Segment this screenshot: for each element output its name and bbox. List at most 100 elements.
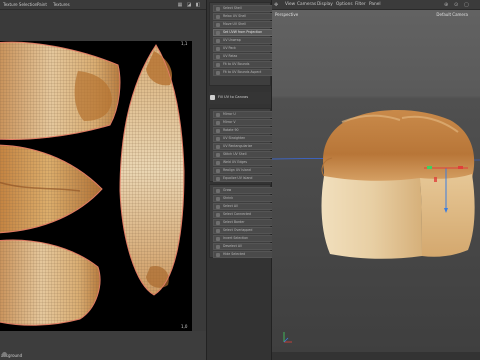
- tool-button-selection-4[interactable]: Select Border: [213, 219, 273, 226]
- tool-icon: [216, 55, 220, 59]
- tool-label: Mirror V: [223, 120, 236, 124]
- tool-label: Realign UV Island: [223, 168, 251, 172]
- tool-button-selection-3[interactable]: Select Connected: [213, 211, 273, 218]
- grid-icon[interactable]: ▦: [177, 2, 183, 8]
- tool-icon: [216, 205, 220, 209]
- vp-menu-panel[interactable]: Panel: [369, 2, 381, 7]
- vp-menu-filter[interactable]: Filter: [355, 2, 366, 7]
- vp-menu-view[interactable]: View: [285, 2, 295, 7]
- tool-button-selection-0[interactable]: Grow: [213, 187, 273, 194]
- uv-shells-svg: [0, 41, 185, 326]
- tool-icon: [216, 129, 220, 133]
- tool-label: Invert Selection: [223, 236, 249, 240]
- tool-button-shells-8[interactable]: Fit to UV Bounds Aspect: [213, 69, 273, 76]
- tool-button-shells-7[interactable]: Fit to UV Bounds: [213, 61, 273, 68]
- status-dot-icon: [2, 352, 7, 357]
- tool-icon: [216, 237, 220, 241]
- tool-button-transform-3[interactable]: UV Straighten: [213, 135, 273, 142]
- settings-icon[interactable]: ◧: [195, 2, 201, 8]
- tool-icon: [216, 71, 220, 75]
- tool-icon: [216, 153, 220, 157]
- fill-uv-to-canvas-label[interactable]: Fill UV to Canvas: [218, 95, 248, 99]
- uv-editor-panel: Texture Selection Paint Textures ▦ ◪ ◧ 1…: [0, 0, 206, 360]
- tool-label: UV Rectangularize: [223, 144, 253, 148]
- tool-label: Fit to UV Bounds Aspect: [223, 70, 262, 74]
- vp-menu-cameras[interactable]: Cameras: [297, 2, 316, 7]
- app-window: Texture Selection Paint Textures ▦ ◪ ◧ 1…: [0, 0, 480, 360]
- tool-button-transform-6[interactable]: Weld UV Edges: [213, 159, 273, 166]
- tool-button-transform-7[interactable]: Realign UV Island: [213, 167, 273, 174]
- camera-icon[interactable]: ⊕: [444, 2, 448, 8]
- viewport-menubar: ✥ View Cameras Display Options Filter Pa…: [272, 0, 480, 10]
- tool-label: Select Connected: [223, 212, 252, 216]
- tool-icon: [216, 145, 220, 149]
- tool-button-selection-5[interactable]: Select Overlapped: [213, 227, 273, 234]
- tool-icon: [216, 113, 220, 117]
- tool-button-transform-8[interactable]: Equalize UV Island: [213, 175, 273, 182]
- bread-loaf-mesh[interactable]: [321, 109, 475, 259]
- lock-icon[interactable]: ◪: [186, 2, 192, 8]
- perspective-viewport[interactable]: Perspective Default Camera: [272, 10, 480, 352]
- uv-tool-panel: Select Shell Relax UV Shell Move UV Shell S…: [206, 0, 273, 360]
- gizmo-x-handle[interactable]: [458, 166, 463, 169]
- tool-icon: [216, 121, 220, 125]
- uv-menu-paint[interactable]: Paint: [37, 2, 47, 7]
- tool-button-shells-6[interactable]: UV Relax: [213, 53, 273, 60]
- tool-button-selection-2[interactable]: Select All: [213, 203, 273, 210]
- uv-menubar: Texture Selection Paint Textures ▦ ◪ ◧: [0, 0, 206, 10]
- tool-button-shells-0[interactable]: Select Shell: [213, 5, 273, 12]
- uv-shell-top-left[interactable]: [0, 41, 121, 140]
- tool-label: Equalize UV Island: [223, 176, 253, 180]
- orientation-axis-indicator: [283, 332, 292, 343]
- uv-canvas[interactable]: 1,1 1,0: [0, 41, 192, 331]
- tool-icon: [216, 39, 220, 43]
- uv-corner-bottom-right: 1,0: [181, 324, 188, 329]
- uv-shell-bottom-left[interactable]: [0, 239, 101, 326]
- tool-button-selection-6[interactable]: Invert Selection: [213, 235, 273, 242]
- tool-button-shells-4[interactable]: UV Unwrap: [213, 37, 273, 44]
- tool-icon: [216, 197, 220, 201]
- tool-button-selection-7[interactable]: Deselect All: [213, 243, 273, 250]
- tool-group-uv-shells: Select Shell Relax UV Shell Move UV Shell S…: [209, 2, 273, 86]
- uv-menu-texture-selection[interactable]: Texture Selection: [3, 2, 37, 7]
- tool-button-selection-8[interactable]: Hide Selected: [213, 251, 273, 258]
- tool-button-shells-2[interactable]: Move UV Shell: [213, 21, 273, 28]
- tool-button-selection-1[interactable]: Shrink: [213, 195, 273, 202]
- viewport-panel: ✥ View Cameras Display Options Filter Pa…: [272, 0, 480, 360]
- zoom-icon[interactable]: ⊙: [454, 2, 458, 8]
- maximize-icon[interactable]: ▢: [464, 2, 469, 8]
- tool-label: Select All: [223, 204, 238, 208]
- gizmo-plane-handle[interactable]: [434, 177, 437, 182]
- move-icon[interactable]: ✥: [274, 2, 278, 8]
- tool-button-shells-1[interactable]: Relax UV Shell: [213, 13, 273, 20]
- tool-button-transform-2[interactable]: Rotate 90: [213, 127, 273, 134]
- canvas-icon: [210, 95, 215, 100]
- tool-icon: [216, 7, 220, 11]
- tool-button-shells-5[interactable]: UV Pack: [213, 45, 273, 52]
- tool-button-transform-0[interactable]: Mirror U: [213, 111, 273, 118]
- tool-icon: [216, 253, 220, 257]
- tool-label: Select Shell: [223, 6, 242, 10]
- uv-menu-textures[interactable]: Textures: [53, 2, 70, 7]
- tool-label: Rotate 90: [223, 128, 239, 132]
- uv-shell-tall-right[interactable]: [119, 44, 185, 296]
- tool-button-shells-3[interactable]: Set UVW from Projection: [213, 29, 273, 36]
- vp-menu-options[interactable]: Options: [336, 2, 353, 7]
- tool-button-transform-5[interactable]: Stitch UV Shell: [213, 151, 273, 158]
- uv-scroll-strip[interactable]: [192, 10, 206, 331]
- tool-button-transform-4[interactable]: UV Rectangularize: [213, 143, 273, 150]
- tool-icon: [216, 169, 220, 173]
- tool-label: Move UV Shell: [223, 22, 246, 26]
- vp-menu-display[interactable]: Display: [317, 2, 333, 7]
- viewport-bottom-bar: [272, 352, 480, 360]
- tool-icon: [216, 161, 220, 165]
- tool-button-transform-1[interactable]: Mirror V: [213, 119, 273, 126]
- tool-icon: [216, 189, 220, 193]
- tool-icon: [216, 31, 220, 35]
- uv-shell-middle-left[interactable]: [0, 144, 103, 234]
- tool-group-selection: Grow Shrink Select All Select Connected Sele…: [209, 184, 273, 258]
- gizmo-y-handle[interactable]: [427, 166, 432, 169]
- tool-label: Select Overlapped: [223, 228, 253, 232]
- tool-label: UV Unwrap: [223, 38, 241, 42]
- tool-label: Stitch UV Shell: [223, 152, 247, 156]
